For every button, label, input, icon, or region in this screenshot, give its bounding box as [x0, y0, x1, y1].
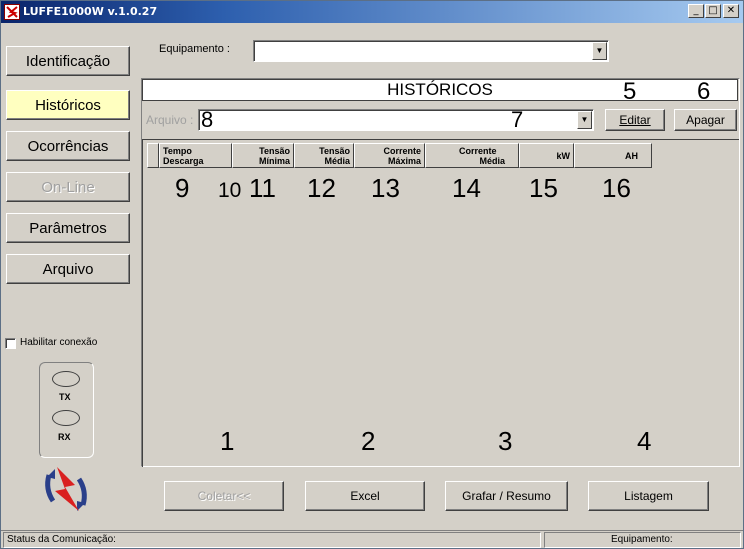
annotation-14: 14: [452, 173, 481, 203]
column-header-corrente-media[interactable]: Corrente Média: [425, 143, 519, 168]
equipamento-combo[interactable]: ▼: [253, 40, 609, 62]
apagar-button[interactable]: Apagar: [674, 109, 737, 131]
app-window: LUFFE1000W v.1.0.27 _ □ ✕ Identificação …: [0, 0, 744, 549]
excel-button[interactable]: Excel: [305, 481, 425, 511]
annotation-4: 4: [637, 426, 652, 456]
rx-led-icon: [52, 410, 80, 426]
column-header-tensao-minima[interactable]: Tensão Mínima: [232, 143, 294, 168]
chevron-down-icon[interactable]: ▼: [577, 111, 592, 129]
chevron-down-icon[interactable]: ▼: [592, 42, 607, 60]
nav-historicos-button[interactable]: Históricos: [6, 90, 130, 120]
annotation-15: 15: [529, 173, 558, 203]
annotation-1: 1: [220, 426, 235, 456]
annotation-6: 6: [697, 78, 711, 105]
annotation-5: 5: [623, 78, 637, 105]
maximize-button[interactable]: □: [705, 4, 721, 18]
nav-parametros-button[interactable]: Parâmetros: [6, 213, 130, 243]
status-comunicacao: Status da Comunicação:: [3, 532, 541, 548]
section-title: HISTÓRICOS: [142, 79, 738, 101]
grafar-resumo-button[interactable]: Grafar / Resumo: [445, 481, 568, 511]
window-title: LUFFE1000W v.1.0.27: [23, 5, 158, 18]
title-bar[interactable]: LUFFE1000W v.1.0.27 _ □ ✕: [1, 1, 743, 23]
column-header-tensao-media[interactable]: Tensão Média: [294, 143, 354, 168]
column-header-ah[interactable]: AH: [574, 143, 652, 168]
minimize-button[interactable]: _: [688, 4, 704, 18]
close-button[interactable]: ✕: [723, 4, 739, 18]
arquivo-label: Arquivo :: [146, 113, 194, 127]
led-panel: TX RX: [39, 362, 94, 458]
column-header-corrente-maxima[interactable]: Corrente Máxima: [354, 143, 425, 168]
row-selector-header: [147, 143, 159, 168]
habilitar-conexao-label: Habilitar conexão: [20, 337, 98, 348]
nav-arquivo-button[interactable]: Arquivo: [6, 254, 130, 284]
rx-label: RX: [58, 432, 71, 442]
annotation-11: 11: [249, 173, 276, 203]
app-logo-icon: [4, 4, 20, 20]
annotation-2: 2: [361, 426, 376, 456]
status-equipamento: Equipamento:: [544, 532, 741, 548]
annotation-12: 12: [307, 173, 336, 203]
tx-led-icon: [52, 371, 80, 387]
nav-identificacao-button[interactable]: Identificação: [6, 46, 130, 76]
annotation-9: 9: [175, 173, 190, 203]
nav-online-button[interactable]: On-Line: [6, 172, 130, 202]
annotation-16: 16: [602, 173, 631, 203]
listagem-button[interactable]: Listagem: [588, 481, 709, 511]
annotation-7: 7: [511, 107, 524, 132]
annotation-3: 3: [498, 426, 513, 456]
editar-button[interactable]: Editar: [605, 109, 665, 131]
arquivo-value: 8: [201, 107, 214, 132]
annotation-13: 13: [371, 173, 400, 203]
column-header-kw[interactable]: kW: [519, 143, 574, 168]
column-header-tempo-descarga[interactable]: Tempo Descarga: [159, 143, 232, 168]
annotation-10: 10: [218, 179, 242, 202]
habilitar-conexao-checkbox[interactable]: [5, 338, 16, 349]
arquivo-combo[interactable]: 8 7 ▼: [198, 107, 594, 132]
coletar-button[interactable]: Coletar<<: [164, 481, 284, 511]
nav-ocorrencias-button[interactable]: Ocorrências: [6, 131, 130, 161]
company-logo: [41, 461, 91, 519]
tx-label: TX: [59, 392, 71, 402]
equipamento-label: Equipamento :: [159, 43, 230, 55]
